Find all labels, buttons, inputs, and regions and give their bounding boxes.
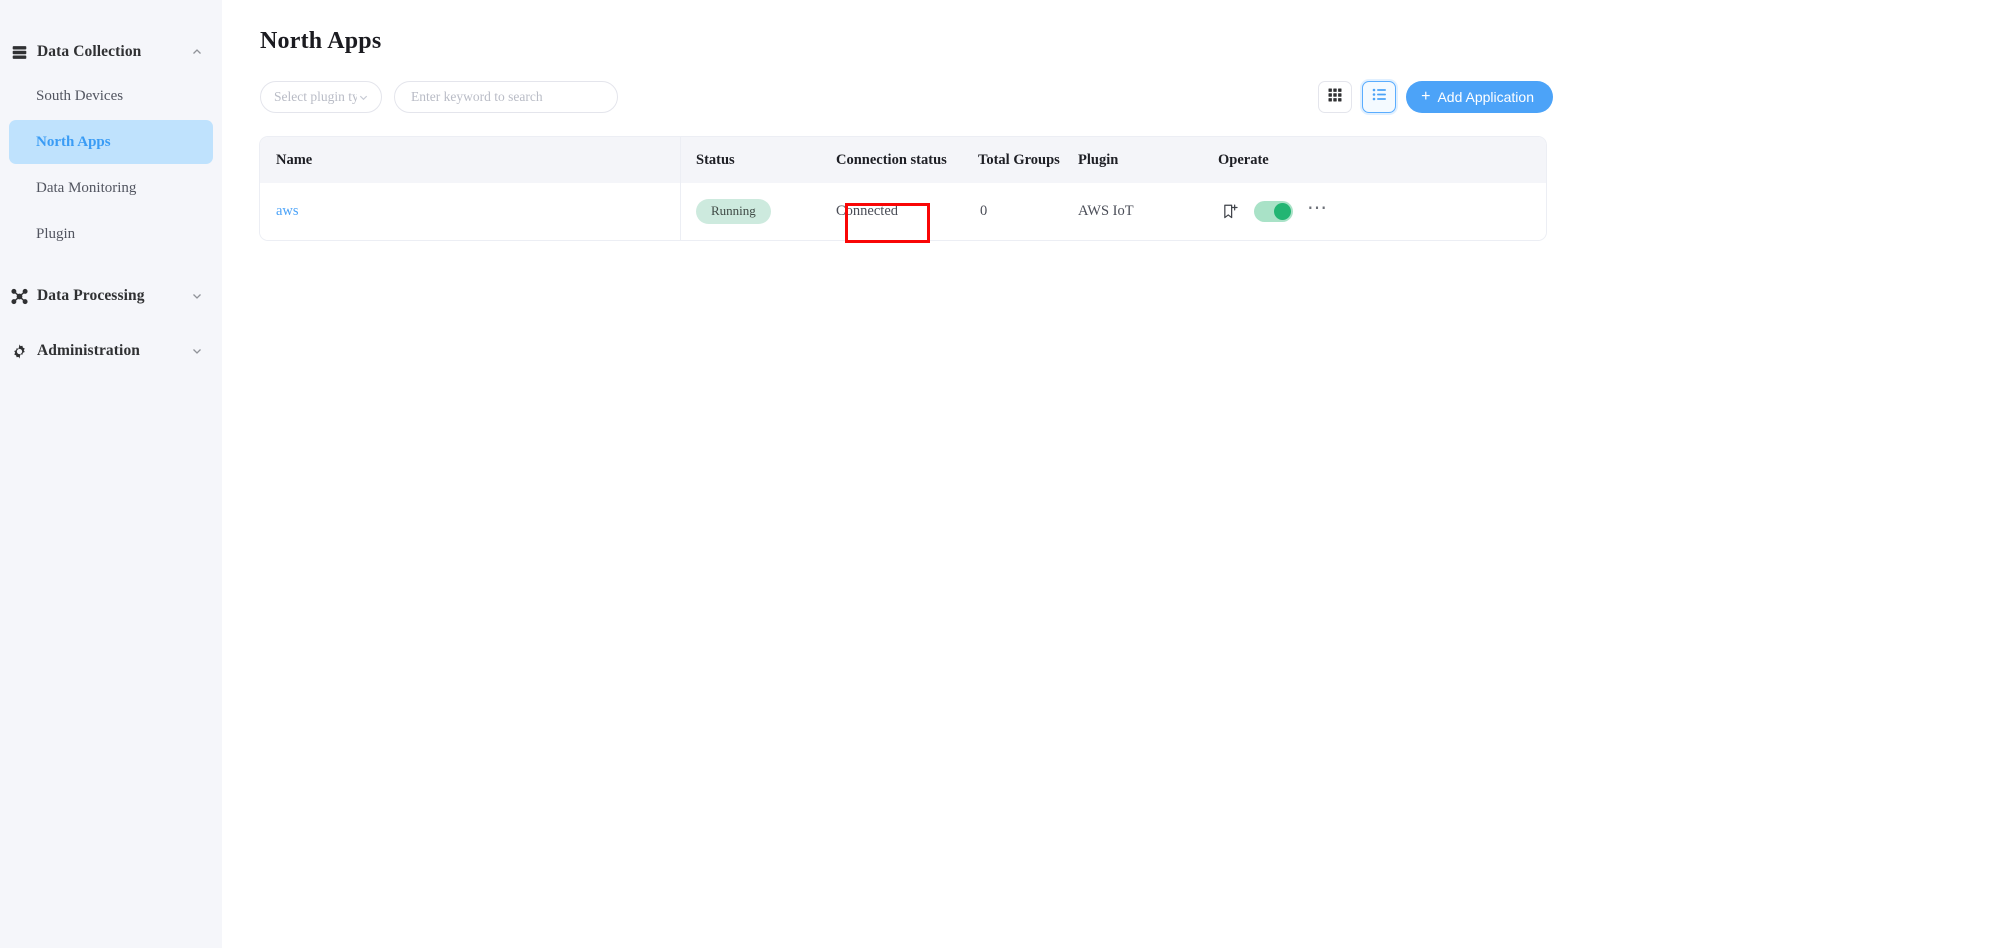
main-content: North Apps Select plugin type — [222, 0, 2012, 948]
sidebar-item-label: South Devices — [36, 88, 123, 105]
sidebar-item-north-apps[interactable]: North Apps — [9, 120, 213, 164]
toggle-knob — [1274, 203, 1291, 220]
sidebar-group-label: Data Collection — [37, 43, 190, 61]
cell-plugin: AWS IoT — [1062, 183, 1202, 240]
sidebar-group-label: Administration — [37, 342, 190, 360]
plus-icon: + — [1421, 89, 1430, 105]
connection-status-badge: Connected — [836, 203, 898, 219]
cell-status: Running — [680, 183, 820, 240]
sidebar-group-label: Data Processing — [37, 287, 190, 305]
sidebar-item-plugin[interactable]: Plugin — [9, 212, 213, 256]
chevron-up-icon — [190, 45, 204, 59]
sidebar-item-data-monitoring[interactable]: Data Monitoring — [9, 166, 213, 210]
application-name-link[interactable]: aws — [276, 203, 299, 219]
list-view-button[interactable] — [1362, 81, 1396, 113]
add-card-icon[interactable] — [1220, 202, 1240, 222]
app-root: Data Collection South Devices North Apps… — [0, 0, 2012, 948]
sidebar: Data Collection South Devices North Apps… — [0, 0, 222, 948]
status-badge: Running — [696, 199, 771, 223]
column-header-connection-status: Connection status — [820, 137, 962, 183]
sidebar-item-label: Data Monitoring — [36, 180, 136, 197]
more-dots-icon[interactable]: ⋯ — [1307, 203, 1328, 220]
sidebar-item-south-devices[interactable]: South Devices — [9, 74, 213, 118]
grid-view-button[interactable] — [1318, 81, 1352, 113]
column-header-status: Status — [680, 137, 820, 183]
enable-toggle[interactable] — [1254, 201, 1293, 222]
add-application-button[interactable]: + Add Application — [1406, 81, 1553, 113]
column-header-total-groups: Total Groups — [962, 137, 1062, 183]
column-header-plugin: Plugin — [1062, 137, 1202, 183]
applications-table: Name Status Connection status Total Grou… — [260, 137, 1546, 240]
sidebar-group-administration[interactable]: Administration — [0, 329, 222, 373]
cell-name: aws — [260, 183, 680, 240]
chevron-down-icon — [357, 91, 370, 104]
cell-connection-status: Connected — [820, 183, 962, 240]
sidebar-subitems-data-collection: South Devices North Apps Data Monitoring… — [0, 74, 222, 256]
cell-operate: ⋯ — [1202, 183, 1546, 240]
column-header-name: Name — [260, 137, 680, 183]
sidebar-item-label: Plugin — [36, 226, 75, 243]
grid-view-icon — [1327, 87, 1343, 108]
toolbar-right-actions: + Add Application — [1318, 81, 1553, 113]
search-input[interactable] — [409, 88, 603, 106]
chevron-down-icon — [190, 344, 204, 358]
database-icon — [9, 42, 29, 62]
list-view-icon — [1371, 86, 1388, 108]
gear-icon — [9, 341, 29, 361]
cell-total-groups: 0 — [962, 183, 1062, 240]
table-row: aws Running Connected 0 AWS IoT — [260, 183, 1546, 240]
page-title: North Apps — [260, 28, 2012, 55]
nodes-icon — [9, 286, 29, 306]
plugin-type-select[interactable]: Select plugin type — [260, 81, 382, 113]
table-header-row: Name Status Connection status Total Grou… — [260, 137, 1546, 183]
search-box[interactable] — [394, 81, 618, 113]
chevron-down-icon — [190, 289, 204, 303]
sidebar-item-label: North Apps — [36, 134, 111, 151]
plugin-type-placeholder: Select plugin type — [274, 89, 357, 105]
add-application-label: Add Application — [1437, 89, 1534, 105]
column-header-operate: Operate — [1202, 137, 1546, 183]
sidebar-group-data-processing[interactable]: Data Processing — [0, 274, 222, 318]
fixed-column-divider — [680, 137, 681, 240]
toolbar: Select plugin type — [260, 81, 1553, 113]
sidebar-group-data-collection[interactable]: Data Collection — [0, 30, 222, 74]
